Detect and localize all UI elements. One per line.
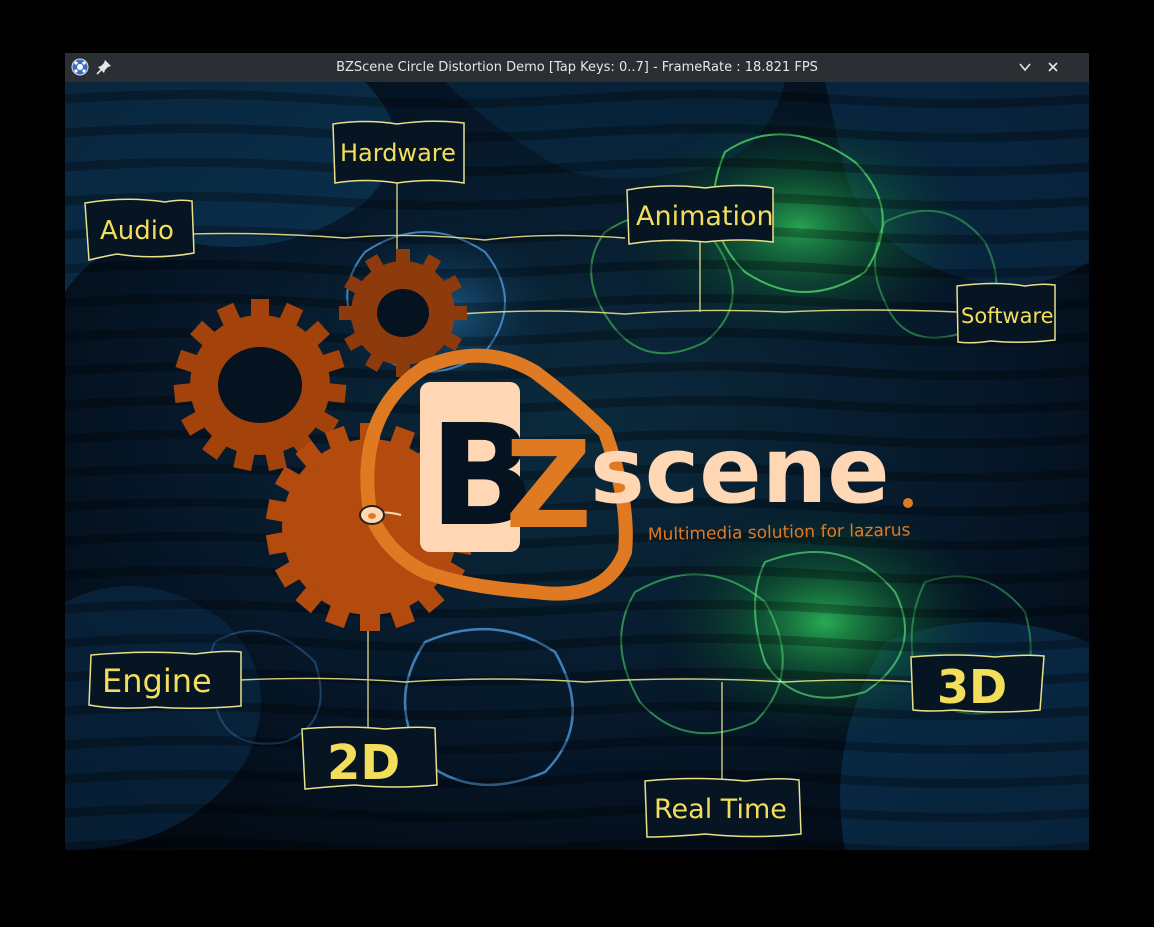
- tag-2d-text: 2D: [327, 735, 400, 791]
- tag-audio-text: Audio: [100, 216, 174, 246]
- pin-icon[interactable]: [95, 58, 113, 76]
- tag-engine[interactable]: Engine: [88, 650, 242, 710]
- window-title: BZScene Circle Distortion Demo [Tap Keys…: [336, 60, 818, 75]
- close-button[interactable]: [1043, 57, 1063, 77]
- logo-scene: scene: [590, 417, 890, 524]
- tag-software[interactable]: Software: [956, 282, 1056, 344]
- tag-engine-text: Engine: [102, 662, 212, 700]
- tag-3d-text: 3D: [937, 660, 1007, 714]
- app-window: BZScene Circle Distortion Demo [Tap Keys…: [65, 53, 1089, 850]
- tag-animation-text: Animation: [636, 201, 774, 232]
- tag-software-text: Software: [961, 304, 1054, 328]
- tag-hardware[interactable]: Hardware: [332, 120, 465, 184]
- logo-z: Z: [505, 417, 592, 556]
- tag-audio[interactable]: Audio: [84, 198, 195, 261]
- close-icon: [1048, 62, 1058, 72]
- app-icon[interactable]: [71, 58, 89, 76]
- tag-hardware-text: Hardware: [340, 139, 456, 167]
- tag-2d[interactable]: 2D: [301, 726, 438, 791]
- title-bar[interactable]: BZScene Circle Distortion Demo [Tap Keys…: [65, 53, 1089, 82]
- chevron-down-icon: [1019, 63, 1031, 72]
- scene-viewport[interactable]: B Z scene Multimedia solution for lazaru…: [65, 82, 1089, 850]
- tag-real-time-text: Real Time: [654, 794, 787, 825]
- minimize-button[interactable]: [1015, 57, 1035, 77]
- scene-canvas: B Z scene Multimedia solution for lazaru…: [65, 82, 1089, 850]
- tag-3d[interactable]: 3D: [910, 654, 1045, 714]
- tag-animation[interactable]: Animation: [626, 184, 774, 245]
- tag-real-time[interactable]: Real Time: [644, 777, 802, 838]
